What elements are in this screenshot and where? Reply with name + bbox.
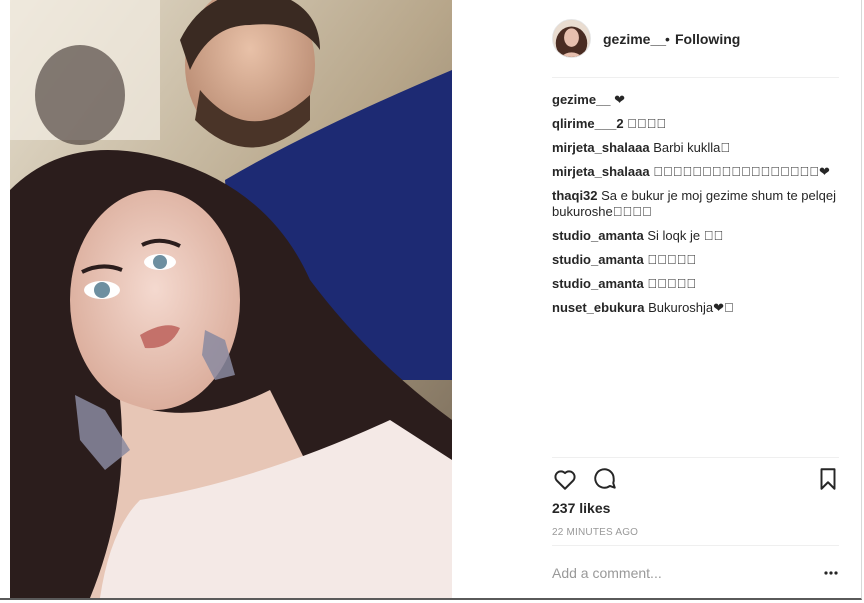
comment-text: Barbi kuklla􀀀 (653, 140, 731, 155)
comment-item: studio_amanta 􀀀􀀀􀀀􀀀􀀀 (552, 252, 837, 268)
comment-item: studio_amanta 􀀀􀀀􀀀􀀀􀀀 (552, 276, 837, 292)
comment-item: nuset_ebukura Bukuroshja❤􀀀 (552, 300, 837, 316)
photo-image (10, 0, 452, 598)
comment-input[interactable] (552, 562, 802, 584)
comment-item: studio_amanta Si loqk je 􀀀􀀀 (552, 228, 837, 244)
post-timestamp: 22 MINUTES AGO (552, 527, 639, 538)
action-bar (552, 466, 839, 492)
comment-text: ❤ (614, 92, 626, 107)
comment-text: Si loqk je 􀀀􀀀 (647, 228, 724, 243)
comment-username[interactable]: thaqi32 (552, 188, 598, 203)
comment-username[interactable]: studio_amanta (552, 276, 644, 291)
comment-text: 􀀀􀀀􀀀􀀀􀀀􀀀􀀀􀀀􀀀􀀀􀀀􀀀􀀀􀀀􀀀􀀀􀀀❤ (653, 164, 830, 179)
comment-list: gezime__ ❤ qlirime___2 􀀀􀀀􀀀􀀀 mirjeta_shal… (552, 92, 837, 324)
avatar[interactable] (552, 19, 591, 58)
comment-username[interactable]: mirjeta_shalaaa (552, 164, 650, 179)
comment-item: mirjeta_shalaaa 􀀀􀀀􀀀􀀀􀀀􀀀􀀀􀀀􀀀􀀀􀀀􀀀􀀀􀀀􀀀􀀀􀀀❤ (552, 164, 837, 180)
divider (552, 77, 839, 78)
comment-text: 􀀀􀀀􀀀􀀀 (627, 116, 667, 131)
heart-icon[interactable] (552, 466, 578, 492)
comment-text: Bukuroshja❤􀀀 (648, 300, 734, 315)
comment-username[interactable]: studio_amanta (552, 228, 644, 243)
comment-username[interactable]: qlirime___2 (552, 116, 624, 131)
post-sidebar: gezime__ • Following gezime__ ❤ qlirime_… (452, 0, 862, 598)
more-options-icon[interactable] (823, 566, 839, 580)
comment-username[interactable]: studio_amanta (552, 252, 644, 267)
comment-username[interactable]: gezime__ (552, 92, 611, 107)
post-photo[interactable] (10, 0, 452, 598)
comment-item: gezime__ ❤ (552, 92, 837, 108)
comment-text: 􀀀􀀀􀀀􀀀􀀀 (647, 276, 697, 291)
comment-item: thaqi32 Sa e bukur je moj gezime shum te… (552, 188, 837, 220)
comment-item: qlirime___2 􀀀􀀀􀀀􀀀 (552, 116, 837, 132)
following-button[interactable]: Following (675, 31, 740, 47)
comment-text: 􀀀􀀀􀀀􀀀􀀀 (647, 252, 697, 267)
comment-username[interactable]: nuset_ebukura (552, 300, 644, 315)
speech-bubble-icon[interactable] (592, 466, 618, 492)
bookmark-icon[interactable] (815, 466, 841, 492)
post-header: gezime__ • Following (452, 0, 862, 78)
divider (552, 457, 839, 458)
separator-dot: • (665, 31, 670, 47)
comment-item: mirjeta_shalaaa Barbi kuklla􀀀 (552, 140, 837, 156)
comment-username[interactable]: mirjeta_shalaaa (552, 140, 650, 155)
header-username[interactable]: gezime__ (603, 31, 666, 47)
likes-count[interactable]: 237 likes (552, 500, 610, 516)
divider (552, 545, 839, 546)
